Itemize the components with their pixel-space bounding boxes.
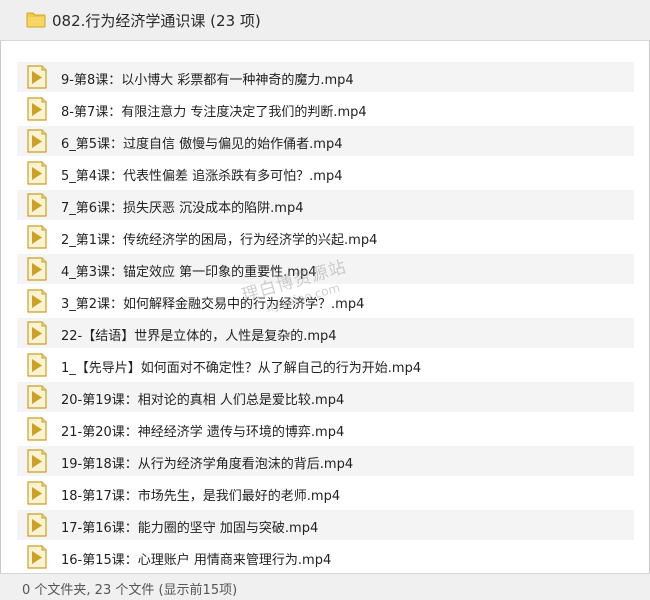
file-row[interactable]: 5_第4课：代表性偏差 追涨杀跌有多可怕？.mp4 [17,158,634,188]
file-row[interactable]: 1_【先导片】如何面对不确定性？从了解自己的行为开始.mp4 [17,350,634,380]
file-name: 4_第3课：锚定效应 第一印象的重要性.mp4 [61,265,317,280]
file-name: 22-【结语】世界是立体的，人性是复杂的.mp4 [61,329,337,344]
file-name: 6_第5课：过度自信 傲慢与偏见的始作俑者.mp4 [61,137,343,152]
file-row[interactable]: 3_第2课：如何解释金融交易中的行为经济学？.mp4 [17,286,634,316]
status-bar: 0 个文件夹, 23 个文件 (显示前15项) [0,573,650,600]
file-row[interactable]: 4_第3课：锚定效应 第一印象的重要性.mp4 [17,254,634,284]
file-name: 1_【先导片】如何面对不确定性？从了解自己的行为开始.mp4 [61,361,422,376]
media-play-icon [25,353,49,377]
file-name: 7_第6课：损失厌恶 沉没成本的陷阱.mp4 [61,201,304,216]
media-play-icon [25,481,49,505]
folder-icon [26,11,46,28]
media-play-icon [25,385,49,409]
file-row[interactable]: 8-第7课：有限注意力 专注度决定了我们的判断.mp4 [17,94,634,124]
file-name: 19-第18课：从行为经济学角度看泡沫的背后.mp4 [61,457,354,472]
file-name: 16-第15课：心理账户 用情商来管理行为.mp4 [61,553,332,568]
file-row[interactable]: 2_第1课：传统经济学的困局，行为经济学的兴起.mp4 [17,222,634,252]
media-play-icon [25,225,49,249]
media-play-icon [25,161,49,185]
file-name: 3_第2课：如何解释金融交易中的行为经济学？.mp4 [61,297,365,312]
file-name: 8-第7课：有限注意力 专注度决定了我们的判断.mp4 [61,105,367,120]
media-play-icon [25,545,49,569]
status-text: 0 个文件夹, 23 个文件 (显示前15项) [22,583,238,598]
file-name: 18-第17课：市场先生，是我们最好的老师.mp4 [61,489,341,504]
title-bar: 082.行为经济学通识课 (23 项) [0,0,650,41]
file-row[interactable]: 6_第5课：过度自信 傲慢与偏见的始作俑者.mp4 [17,126,634,156]
media-play-icon [25,257,49,281]
media-play-icon [25,513,49,537]
file-list[interactable]: 9-第8课：以小博大 彩票都有一种神奇的魔力.mp4 8-第7课：有限注意力 专注… [0,62,650,576]
file-name: 5_第4课：代表性偏差 追涨杀跌有多可怕？.mp4 [61,169,343,184]
media-play-icon [25,65,49,89]
file-row[interactable]: 7_第6课：损失厌恶 沉没成本的陷阱.mp4 [17,190,634,220]
file-row[interactable]: 17-第16课：能力圈的坚守 加固与突破.mp4 [17,510,634,540]
file-name: 17-第16课：能力圈的坚守 加固与突破.mp4 [61,521,319,536]
media-play-icon [25,193,49,217]
file-row[interactable]: 16-第15课：心理账户 用情商来管理行为.mp4 [17,542,634,572]
media-play-icon [25,417,49,441]
file-name: 21-第20课：神经经济学 遗传与环境的博弈.mp4 [61,425,345,440]
file-row[interactable]: 22-【结语】世界是立体的，人性是复杂的.mp4 [17,318,634,348]
file-row[interactable]: 20-第19课：相对论的真相 人们总是爱比较.mp4 [17,382,634,412]
media-play-icon [25,129,49,153]
file-row[interactable]: 19-第18课：从行为经济学角度看泡沫的背后.mp4 [17,446,634,476]
media-play-icon [25,321,49,345]
file-name: 2_第1课：传统经济学的困局，行为经济学的兴起.mp4 [61,233,378,248]
window-title: 082.行为经济学通识课 (23 项) [52,12,261,30]
media-play-icon [25,289,49,313]
file-name: 9-第8课：以小博大 彩票都有一种神奇的魔力.mp4 [61,73,354,88]
file-row[interactable]: 9-第8课：以小博大 彩票都有一种神奇的魔力.mp4 [17,62,634,92]
media-play-icon [25,97,49,121]
file-row[interactable]: 18-第17课：市场先生，是我们最好的老师.mp4 [17,478,634,508]
file-row[interactable]: 21-第20课：神经经济学 遗传与环境的博弈.mp4 [17,414,634,444]
file-name: 20-第19课：相对论的真相 人们总是爱比较.mp4 [61,393,345,408]
media-play-icon [25,449,49,473]
